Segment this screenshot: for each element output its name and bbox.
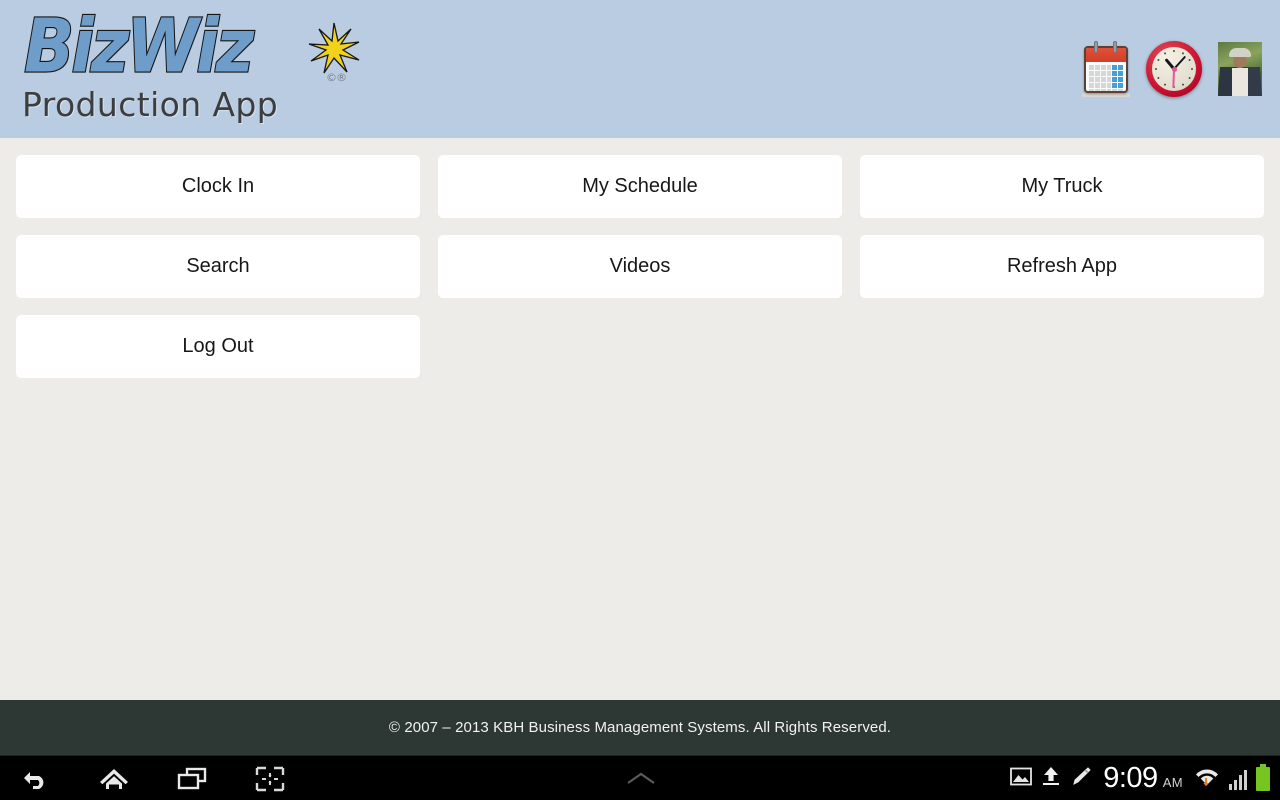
clock-icon[interactable] — [1146, 41, 1202, 97]
menu-button-videos[interactable]: Videos — [438, 235, 842, 298]
app-logo: BizWiz ©® Production App — [14, 8, 374, 130]
menu-button-log-out[interactable]: Log Out — [16, 315, 420, 378]
menu-button-refresh-app[interactable]: Refresh App — [860, 235, 1264, 298]
navigation-buttons — [16, 756, 290, 800]
app-header: BizWiz ©® Production App — [0, 0, 1280, 138]
menu-button-my-truck[interactable]: My Truck — [860, 155, 1264, 218]
logo-subtitle: Production App — [22, 85, 279, 124]
menu-button-clock-in[interactable]: Clock In — [16, 155, 420, 218]
signal-bars-icon[interactable] — [1229, 768, 1247, 790]
screenshot-icon[interactable] — [250, 760, 290, 798]
status-clock-meridiem: AM — [1162, 775, 1183, 790]
calendar-base — [1082, 93, 1130, 97]
clock-second-hand — [1172, 68, 1175, 89]
home-icon[interactable] — [94, 760, 134, 798]
back-icon[interactable] — [16, 760, 56, 798]
logo-wordmark: BizWiz — [23, 3, 255, 90]
chevron-up-icon[interactable] — [618, 756, 664, 800]
menu-button-search[interactable]: Search — [16, 235, 420, 298]
calendar-grid — [1089, 65, 1123, 91]
menu-button-my-schedule[interactable]: My Schedule — [438, 155, 842, 218]
main-content: Clock In My Schedule My Truck Search Vid… — [0, 138, 1280, 700]
avatar[interactable] — [1218, 42, 1262, 96]
starburst-icon — [307, 22, 361, 76]
wifi-data-icon[interactable] — [1194, 764, 1220, 793]
status-clock[interactable]: 9:09 AM — [1103, 764, 1183, 793]
app-footer: © 2007 – 2013 KBH Business Management Sy… — [0, 700, 1280, 755]
calendar-header-band — [1086, 48, 1126, 62]
header-icon-group — [1082, 40, 1262, 98]
clock-face — [1152, 47, 1196, 91]
status-icon-group: 9:09 AM — [1010, 756, 1270, 800]
menu-button-grid: Clock In My Schedule My Truck Search Vid… — [16, 155, 1264, 378]
copyright-text: © 2007 – 2013 KBH Business Management Sy… — [388, 719, 892, 736]
clock-center-pin — [1171, 66, 1177, 72]
registered-mark: ©® — [326, 71, 347, 84]
avatar-cap — [1229, 48, 1251, 57]
battery-icon[interactable] — [1256, 763, 1270, 791]
calendar-body — [1084, 46, 1128, 93]
upload-icon[interactable] — [1041, 765, 1061, 792]
calendar-icon[interactable] — [1082, 41, 1130, 97]
calendar-ring-right — [1113, 41, 1117, 53]
avatar-shirt — [1232, 68, 1248, 96]
recents-icon[interactable] — [172, 760, 212, 798]
image-icon[interactable] — [1010, 767, 1033, 791]
status-clock-time: 9:09 — [1103, 762, 1158, 794]
android-system-bar: 9:09 AM — [0, 755, 1280, 800]
production-app-screen: BizWiz ©® Production App Clock In My Sch… — [0, 0, 1280, 800]
pencil-icon[interactable] — [1070, 765, 1092, 792]
calendar-ring-left — [1094, 41, 1098, 53]
